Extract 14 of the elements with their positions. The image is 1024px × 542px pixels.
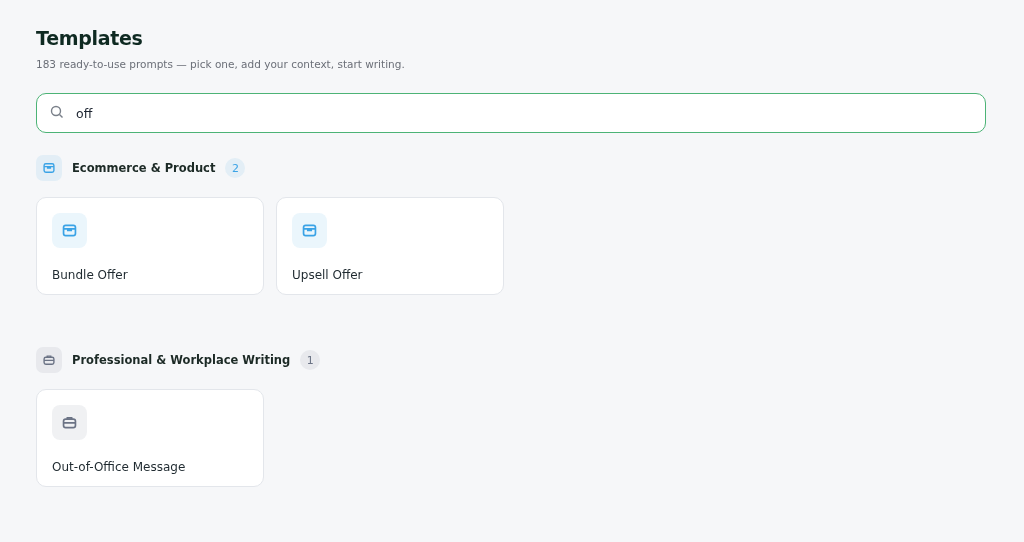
count-badge: 1 — [300, 350, 321, 370]
template-card[interactable]: Out-of-Office Message — [36, 389, 264, 487]
count-badge: 2 — [225, 158, 246, 178]
category-title: Professional & Workplace Writing — [72, 353, 291, 367]
template-name: Out-of-Office Message — [52, 460, 187, 474]
template-card[interactable]: Bundle Offer — [36, 197, 264, 295]
search-field[interactable]: off — [36, 93, 986, 133]
template-name: Bundle Offer — [52, 268, 129, 282]
template-card[interactable]: Upsell Offer — [276, 197, 504, 295]
category-title: Ecommerce & Product — [72, 161, 216, 175]
page-subtitle: 183 ready-to-use prompts — pick one, add your context, start writing. — [36, 58, 406, 70]
page-title: Templates — [36, 27, 144, 49]
template-name: Upsell Offer — [292, 268, 364, 282]
search-icon — [50, 105, 64, 119]
